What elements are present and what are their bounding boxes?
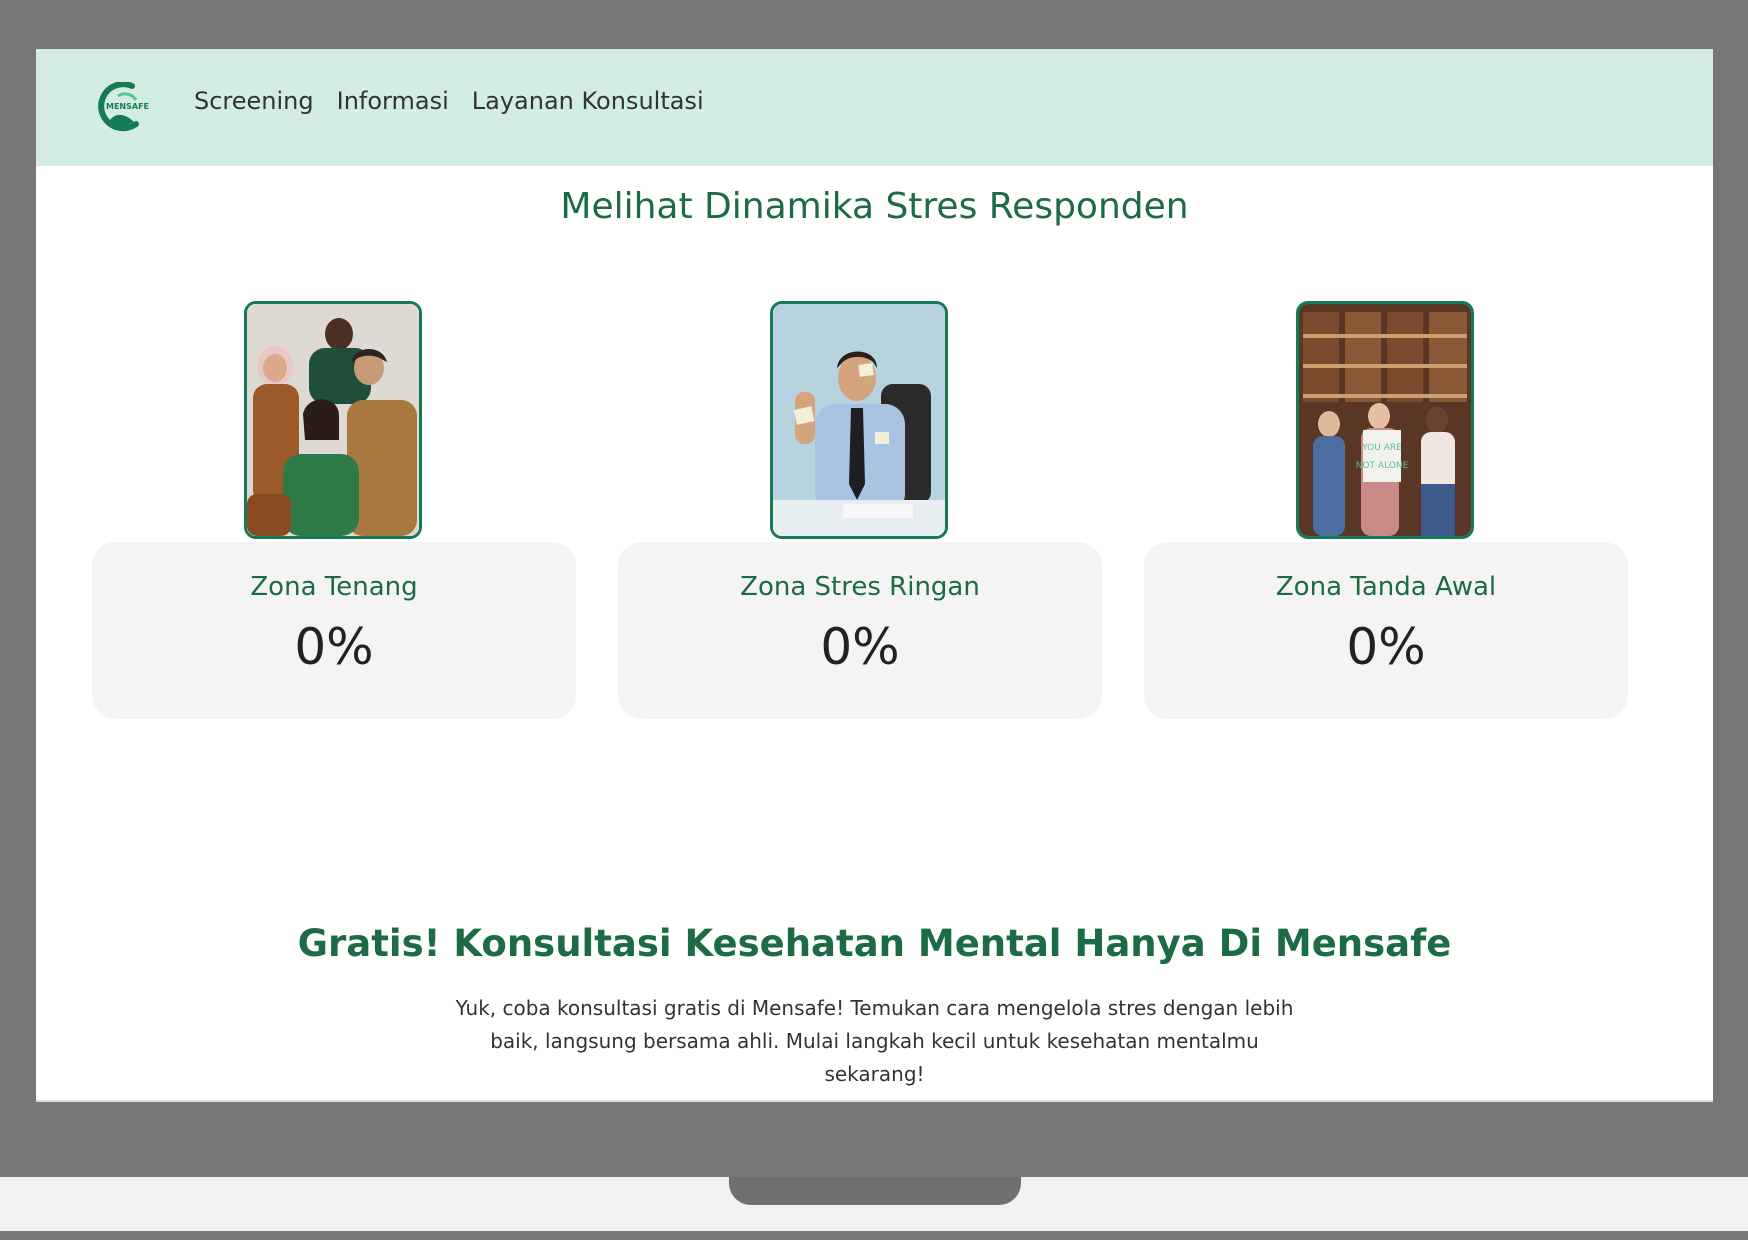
group-people-photo [247, 304, 419, 536]
nav-links: Screening Informasi Layanan Konsultasi [194, 87, 704, 115]
zone-label: Zona Tanda Awal [1275, 572, 1497, 602]
group-support-photo: YOU ARE NOT ALONE [1299, 304, 1471, 536]
zone-card-tanda-awal: YOU ARE NOT ALONE Zona Tanda Awal 0% [1144, 301, 1628, 719]
sign-text: YOU ARE [1361, 443, 1402, 453]
zone-percentage: 0% [820, 618, 900, 676]
promo-description: Yuk, coba konsultasi gratis di Mensafe! … [455, 996, 1294, 1086]
sign-text-2: NOT ALONE [1356, 461, 1409, 471]
laptop-notch [729, 1177, 1021, 1205]
nav-link-layanan-konsultasi[interactable]: Layanan Konsultasi [472, 87, 704, 115]
zone-percentage: 0% [1346, 618, 1426, 676]
logo-text: MENSAFE [106, 102, 149, 111]
zone-stres-ringan-stat: Zona Stres Ringan 0% [618, 542, 1102, 719]
promo-title-emphasis: Gratis! [297, 922, 441, 965]
zone-percentage: 0% [294, 618, 374, 676]
laptop-screen: MENSAFE Screening Informasi Layanan Kons… [36, 49, 1713, 1102]
mensafe-logo[interactable]: MENSAFE [96, 81, 160, 132]
nav-link-informasi[interactable]: Informasi [337, 87, 449, 115]
navbar: MENSAFE Screening Informasi Layanan Kons… [36, 49, 1713, 166]
zone-tenang-photo [244, 301, 422, 539]
zone-label: Zona Tenang [250, 572, 418, 602]
promo-title-text: Konsultasi Kesehatan Mental Hanya Di Men… [440, 922, 1452, 965]
nav-link-screening[interactable]: Screening [194, 87, 314, 115]
stressed-man-photo [773, 304, 945, 536]
mensafe-logo-icon: MENSAFE [98, 81, 149, 132]
zone-label: Zona Stres Ringan [740, 572, 980, 602]
zone-stres-ringan-photo [770, 301, 948, 539]
zone-tenang-stat: Zona Tenang 0% [92, 542, 576, 719]
zone-tanda-awal-stat: Zona Tanda Awal 0% [1144, 542, 1628, 719]
zone-card-tenang: Zona Tenang 0% [92, 301, 576, 719]
zone-card-stres-ringan: Zona Stres Ringan 0% [618, 301, 1102, 719]
stress-section-title: Melihat Dinamika Stres Responden [560, 186, 1189, 227]
zone-tanda-awal-photo: YOU ARE NOT ALONE [1296, 301, 1474, 539]
laptop-bottom-strip [0, 1231, 1748, 1240]
promo-title: Gratis! Konsultasi Kesehatan Mental Hany… [36, 922, 1713, 965]
